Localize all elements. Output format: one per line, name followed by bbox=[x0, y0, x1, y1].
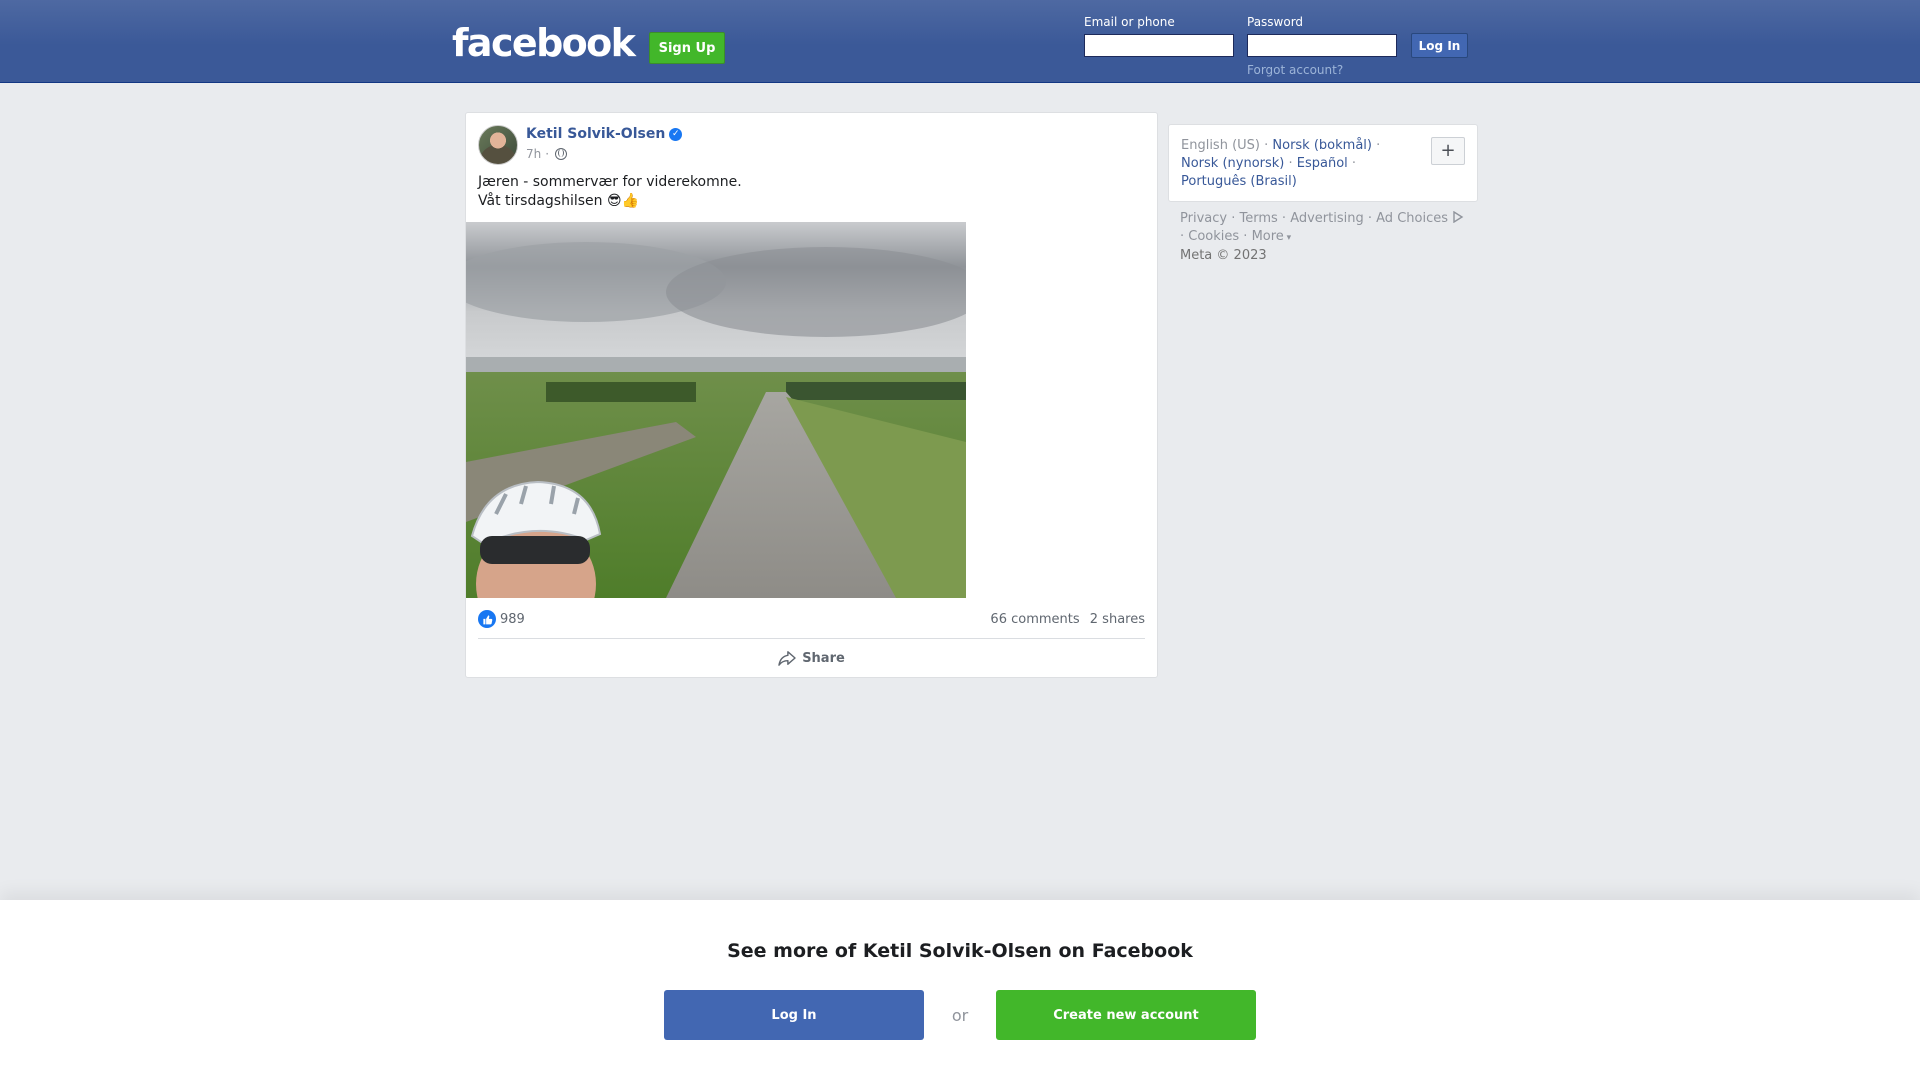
meta-separator: · bbox=[545, 147, 550, 161]
post-photo[interactable] bbox=[466, 222, 966, 598]
post-card: Ketil Solvik-Olsen ✓ 7h · Jæren - sommer… bbox=[465, 112, 1158, 678]
language-link[interactable]: Norsk (nynorsk) bbox=[1181, 156, 1284, 171]
engagement-counts: 66 comments 2 shares bbox=[984, 612, 1145, 627]
footer-links: Privacy · Terms · Advertising · Ad Choic… bbox=[1180, 210, 1480, 265]
footer-link-terms[interactable]: Terms bbox=[1239, 211, 1277, 226]
cyclist-helmet-image bbox=[470, 480, 602, 598]
language-link[interactable]: Norsk (bokmål) bbox=[1272, 138, 1372, 153]
email-field[interactable] bbox=[1084, 34, 1234, 57]
log-in-button[interactable]: Log In bbox=[1411, 33, 1468, 58]
password-label: Password bbox=[1247, 15, 1304, 29]
author-row: Ketil Solvik-Olsen ✓ bbox=[526, 126, 683, 142]
language-current: English (US) bbox=[1181, 138, 1260, 153]
comments-count-link[interactable]: 66 comments bbox=[990, 612, 1079, 627]
share-label: Share bbox=[802, 650, 845, 666]
language-link[interactable]: Español bbox=[1297, 156, 1348, 171]
footer-link-advertising[interactable]: Advertising bbox=[1290, 211, 1364, 226]
divider bbox=[478, 638, 1145, 639]
banner-title: See more of Ketil Solvik-Olsen on Facebo… bbox=[727, 940, 1193, 962]
top-bar: facebook Sign Up Email or phone Password… bbox=[0, 0, 1920, 83]
footer-link-cookies[interactable]: Cookies bbox=[1188, 229, 1239, 244]
post-timestamp[interactable]: 7h bbox=[526, 147, 541, 161]
banner-log-in-button[interactable]: Log In bbox=[664, 990, 924, 1040]
post-meta: 7h · bbox=[526, 147, 568, 161]
share-button[interactable]: Share bbox=[478, 643, 1145, 673]
email-group: Email or phone bbox=[1084, 14, 1234, 57]
forgot-account-link[interactable]: Forgot account? bbox=[1247, 63, 1343, 77]
banner-or-text: or bbox=[951, 1005, 969, 1025]
footer-link-privacy[interactable]: Privacy bbox=[1180, 211, 1227, 226]
post-text: Jæren - sommervær for viderekomne. Våt t… bbox=[478, 173, 742, 211]
email-label: Email or phone bbox=[1084, 15, 1175, 29]
copyright: Meta © 2023 bbox=[1180, 248, 1267, 263]
footer-link-more[interactable]: More bbox=[1252, 229, 1284, 244]
ad-choices-icon bbox=[1453, 210, 1464, 224]
post-text-line: Jæren - sommervær for viderekomne. bbox=[478, 174, 742, 190]
globe-icon bbox=[555, 148, 568, 160]
caret-down-icon: ▾ bbox=[1283, 233, 1292, 243]
password-field[interactable] bbox=[1247, 34, 1397, 57]
post-text-line: Våt tirsdagshilsen 😎👍 bbox=[478, 193, 639, 209]
share-arrow-icon bbox=[778, 651, 796, 666]
like-count: 989 bbox=[500, 611, 525, 627]
language-link[interactable]: Português (Brasil) bbox=[1181, 174, 1297, 189]
reactions-row: 989 66 comments 2 shares bbox=[478, 609, 1145, 629]
like-summary[interactable]: 989 bbox=[478, 610, 525, 628]
author-name-link[interactable]: Ketil Solvik-Olsen bbox=[526, 126, 665, 142]
create-account-button[interactable]: Create new account bbox=[996, 990, 1256, 1040]
verified-badge-icon: ✓ bbox=[669, 127, 683, 141]
sign-up-button[interactable]: Sign Up bbox=[649, 32, 725, 64]
password-group: Password bbox=[1247, 14, 1397, 57]
more-languages-button[interactable]: + bbox=[1431, 137, 1465, 165]
shares-count-link[interactable]: 2 shares bbox=[1090, 612, 1145, 627]
footer-link-ad-choices[interactable]: Ad Choices bbox=[1376, 211, 1448, 226]
facebook-logo[interactable]: facebook bbox=[452, 20, 636, 66]
author-avatar[interactable] bbox=[478, 125, 518, 165]
language-selector: English (US) · Norsk (bokmål) · Norsk (n… bbox=[1168, 124, 1478, 202]
sign-in-banner: See more of Ketil Solvik-Olsen on Facebo… bbox=[0, 900, 1920, 1080]
thumbs-up-icon bbox=[478, 610, 496, 628]
